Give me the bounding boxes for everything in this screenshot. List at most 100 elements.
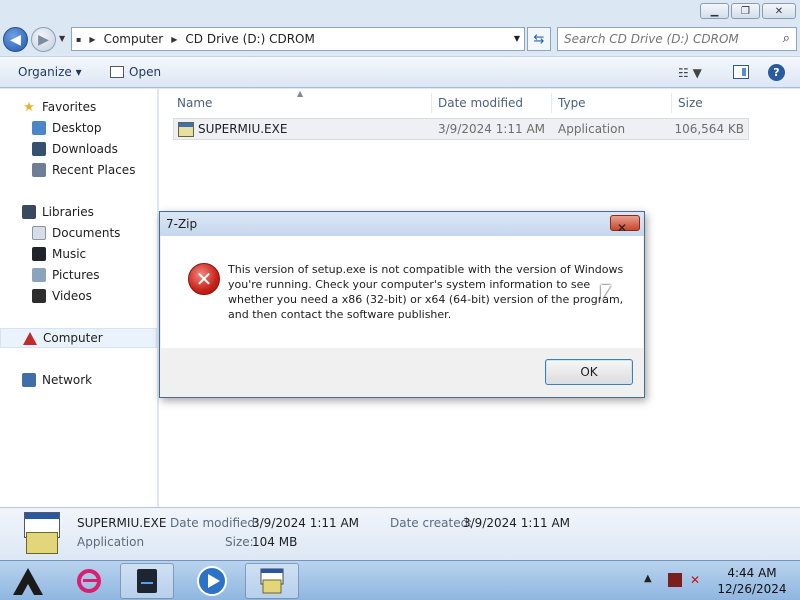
taskbar-file-explorer[interactable] bbox=[120, 563, 174, 599]
desktop-icon bbox=[32, 121, 46, 135]
file-date: 3/9/2024 1:11 AM bbox=[438, 122, 546, 136]
nav-computer[interactable]: Computer bbox=[0, 328, 157, 348]
nav-favorites[interactable]: ★ Favorites bbox=[0, 97, 157, 117]
details-size: 104 MB bbox=[252, 535, 298, 549]
nav-favorites-label: Favorites bbox=[42, 100, 97, 114]
dialog-titlebar: 7-Zip ✕ bbox=[160, 212, 644, 236]
system-clock[interactable]: 4:44 AM 12/26/2024 bbox=[714, 565, 790, 597]
nav-computer-label: Computer bbox=[43, 331, 103, 345]
nav-documents-label: Documents bbox=[52, 226, 121, 240]
internet-explorer-icon bbox=[77, 569, 101, 593]
column-header-name[interactable]: Name bbox=[171, 93, 212, 113]
address-dropdown-icon[interactable]: ▼ bbox=[514, 34, 520, 43]
file-type: Application bbox=[558, 122, 626, 136]
dialog-title: 7-Zip bbox=[166, 217, 198, 231]
search-input[interactable] bbox=[558, 28, 763, 50]
drive-app-icon bbox=[137, 569, 157, 593]
maximize-button[interactable]: ❐ bbox=[731, 3, 760, 19]
dialog-close-button[interactable]: ✕ bbox=[610, 215, 640, 235]
nav-videos[interactable]: Videos bbox=[0, 286, 157, 306]
computer-icon bbox=[23, 331, 37, 345]
network-icon bbox=[22, 373, 36, 387]
nav-recent-places[interactable]: Recent Places bbox=[0, 160, 157, 180]
nav-downloads[interactable]: Downloads bbox=[0, 139, 157, 159]
mouse-cursor-icon bbox=[601, 285, 611, 301]
history-dropdown-icon[interactable]: ▼ bbox=[59, 34, 65, 43]
organize-button[interactable]: Organize ▾ bbox=[18, 65, 82, 79]
address-bar[interactable]: ▪ ▶ Computer ▶ CD Drive (D:) CDROM ▼ bbox=[71, 27, 525, 51]
taskbar-ie[interactable] bbox=[62, 563, 116, 599]
refresh-icon: ⇆ bbox=[533, 31, 545, 47]
caption-buttons: ▁ ❐ ✕ bbox=[700, 3, 796, 19]
downloads-icon bbox=[32, 142, 46, 156]
preview-pane-button[interactable] bbox=[733, 65, 749, 79]
nav-desktop-label: Desktop bbox=[52, 121, 102, 135]
command-toolbar: Organize ▾ Open ☷ ▼ ? bbox=[0, 56, 800, 88]
navigation-bar: ◀ ▶ ▼ ▪ ▶ Computer ▶ CD Drive (D:) CDROM… bbox=[0, 24, 800, 54]
nav-documents[interactable]: Documents bbox=[0, 223, 157, 243]
tray-expand-icon[interactable]: ▲ bbox=[644, 573, 652, 584]
back-button[interactable]: ◀ bbox=[3, 27, 28, 52]
taskbar-setup[interactable] bbox=[245, 563, 299, 599]
nav-network-label: Network bbox=[42, 373, 93, 387]
drive-icon: ▪ bbox=[76, 34, 82, 44]
details-file-name: SUPERMIU.EXE bbox=[77, 516, 167, 530]
taskbar: ▲ ✕ 4:44 AM 12/26/2024 bbox=[0, 560, 800, 600]
breadcrumb-chevron-icon[interactable]: ▶ bbox=[89, 35, 95, 44]
nav-music-label: Music bbox=[52, 247, 87, 261]
clock-time: 4:44 AM bbox=[727, 566, 777, 580]
minimize-button[interactable]: ▁ bbox=[700, 3, 729, 19]
file-size: 106,564 KB bbox=[674, 122, 744, 136]
application-large-icon bbox=[20, 512, 64, 556]
tray-volume-muted-icon[interactable]: ✕ bbox=[690, 573, 704, 587]
column-header-type[interactable]: Type bbox=[551, 93, 586, 113]
open-label: Open bbox=[129, 65, 162, 79]
breadcrumb-computer[interactable]: Computer bbox=[104, 32, 164, 46]
help-icon: ? bbox=[773, 66, 780, 79]
taskbar-media-player[interactable] bbox=[185, 563, 239, 599]
setup-app-icon bbox=[260, 568, 284, 594]
start-button[interactable] bbox=[10, 564, 46, 598]
details-date-created: 3/9/2024 1:11 AM bbox=[463, 516, 571, 530]
nav-music[interactable]: Music bbox=[0, 244, 157, 264]
column-header-size[interactable]: Size bbox=[671, 93, 703, 113]
error-dialog: 7-Zip ✕ ✕ This version of setup.exe is n… bbox=[159, 211, 645, 398]
open-button[interactable]: Open bbox=[110, 65, 161, 79]
column-header-date[interactable]: Date modified bbox=[431, 93, 523, 113]
details-file-type: Application bbox=[77, 535, 145, 549]
breadcrumb-chevron-icon[interactable]: ▶ bbox=[171, 35, 177, 44]
close-icon: ✕ bbox=[617, 221, 628, 235]
libraries-icon bbox=[22, 205, 36, 219]
nav-videos-label: Videos bbox=[52, 289, 92, 303]
open-icon bbox=[110, 66, 124, 78]
back-arrow-icon: ◀ bbox=[10, 31, 21, 48]
clock-date: 12/26/2024 bbox=[717, 582, 787, 596]
documents-icon bbox=[32, 226, 46, 240]
file-row-supermiu[interactable]: SUPERMIU.EXE 3/9/2024 1:11 AM Applicatio… bbox=[173, 118, 749, 140]
forward-button[interactable]: ▶ bbox=[31, 27, 56, 52]
close-window-button[interactable]: ✕ bbox=[762, 3, 796, 19]
nav-network[interactable]: Network bbox=[0, 370, 157, 390]
dialog-message: This version of setup.exe is not compati… bbox=[228, 263, 624, 321]
dialog-body: ✕ This version of setup.exe is not compa… bbox=[161, 236, 643, 348]
nav-libraries[interactable]: Libraries bbox=[0, 202, 157, 222]
breadcrumb-cd-drive[interactable]: CD Drive (D:) CDROM bbox=[185, 32, 314, 46]
nav-desktop[interactable]: Desktop bbox=[0, 118, 157, 138]
tray-network-icon[interactable] bbox=[668, 573, 682, 587]
error-x-icon: ✕ bbox=[188, 263, 220, 295]
ok-button[interactable]: OK bbox=[545, 359, 633, 385]
nav-pictures[interactable]: Pictures bbox=[0, 265, 157, 285]
forward-arrow-icon: ▶ bbox=[38, 31, 49, 48]
recent-places-icon bbox=[32, 163, 46, 177]
view-list-icon: ☷ bbox=[678, 66, 689, 80]
pictures-icon bbox=[32, 268, 46, 282]
refresh-button[interactable]: ⇆ bbox=[527, 27, 551, 51]
nav-recent-label: Recent Places bbox=[52, 163, 136, 177]
magnifier-icon[interactable]: ⌕ bbox=[783, 31, 790, 46]
nav-libraries-label: Libraries bbox=[42, 205, 94, 219]
search-box[interactable]: ⌕ bbox=[557, 27, 797, 51]
change-view-button[interactable]: ☷ ▼ bbox=[678, 66, 702, 80]
help-button[interactable]: ? bbox=[768, 64, 785, 81]
start-logo-icon bbox=[13, 568, 43, 595]
details-date-modified-label: Date modified: bbox=[170, 516, 260, 530]
